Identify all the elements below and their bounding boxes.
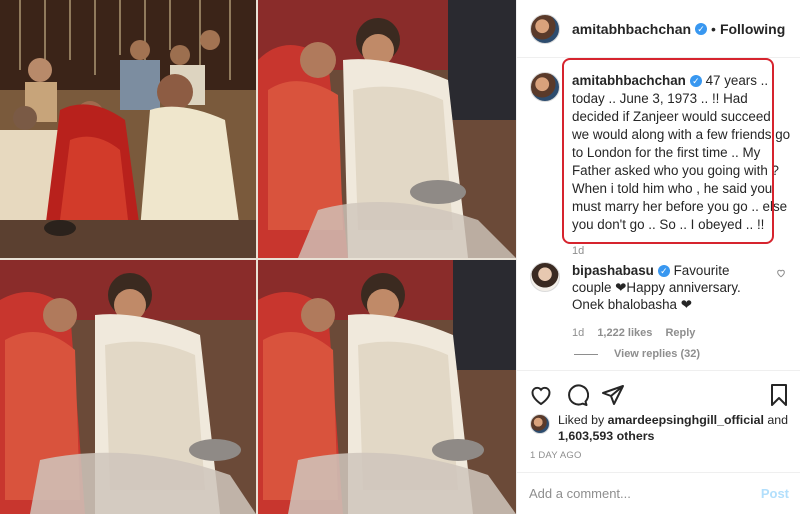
liker-avatar[interactable] [530,414,550,434]
add-comment-bar: Post [517,472,800,514]
photo-ritual-closeup [258,0,516,258]
caption-username[interactable]: amitabhbachchan [572,73,686,88]
post-header: amitabhbachchan ✓ • Following [517,0,800,58]
bookmark-icon[interactable] [767,383,791,407]
caption-avatar[interactable] [530,72,560,102]
reply-button[interactable]: Reply [665,327,695,339]
replies-divider [574,353,598,355]
photo-wedding-ceremony [0,0,256,258]
separator-dot: • [711,20,716,37]
liked-by: Liked by amardeepsinghgill_official and … [530,412,788,444]
verified-icon: ✓ [657,265,670,277]
share-icon[interactable] [601,383,625,407]
post-comment-button[interactable]: Post [761,486,789,501]
header-username[interactable]: amitabhbachchan [572,21,691,37]
comment-icon[interactable] [565,383,590,407]
caption-text: 47 years .. today .. June 3, 1973 .. !! … [572,73,791,232]
photo-ritual-smoke-right [258,260,516,514]
view-replies-button[interactable]: View replies (32) [574,348,700,360]
liked-by-prefix: Liked by [558,413,605,427]
comment-like-heart-icon[interactable] [776,268,786,278]
liked-by-and: and [767,413,789,427]
comment-meta: 1d 1,222 likes Reply [572,325,772,342]
following-button[interactable]: Following [720,21,785,37]
photo-ritual-smoke-left [0,260,256,514]
verified-icon: ✓ [689,75,702,87]
heart-icon[interactable] [529,383,553,407]
view-replies-label: View replies (32) [614,348,701,360]
post-caption: amitabhbachchan ✓ 47 years .. today .. Ju… [530,72,792,260]
liked-by-user[interactable]: amardeepsinghgill_official [608,413,764,427]
avatar[interactable] [530,13,560,44]
comment-avatar[interactable] [530,262,560,292]
caption-timestamp[interactable]: 1d [572,242,792,260]
comment-item: bipashabasu ✓ Favourite couple ❤Happy ann… [530,262,792,342]
liked-by-others[interactable]: 1,603,593 others [558,429,654,443]
verified-icon: ✓ [695,22,708,35]
post-side-panel: amitabhbachchan ✓ • Following amitabhbac… [516,0,800,514]
comment-input[interactable] [529,486,761,501]
comment-username[interactable]: bipashabasu [572,263,654,278]
post-photo-collage[interactable] [0,0,516,514]
comment-timestamp[interactable]: 1d [572,327,584,339]
comment-likes[interactable]: 1,222 likes [597,327,652,339]
post-date[interactable]: 1 DAY AGO [530,450,582,461]
